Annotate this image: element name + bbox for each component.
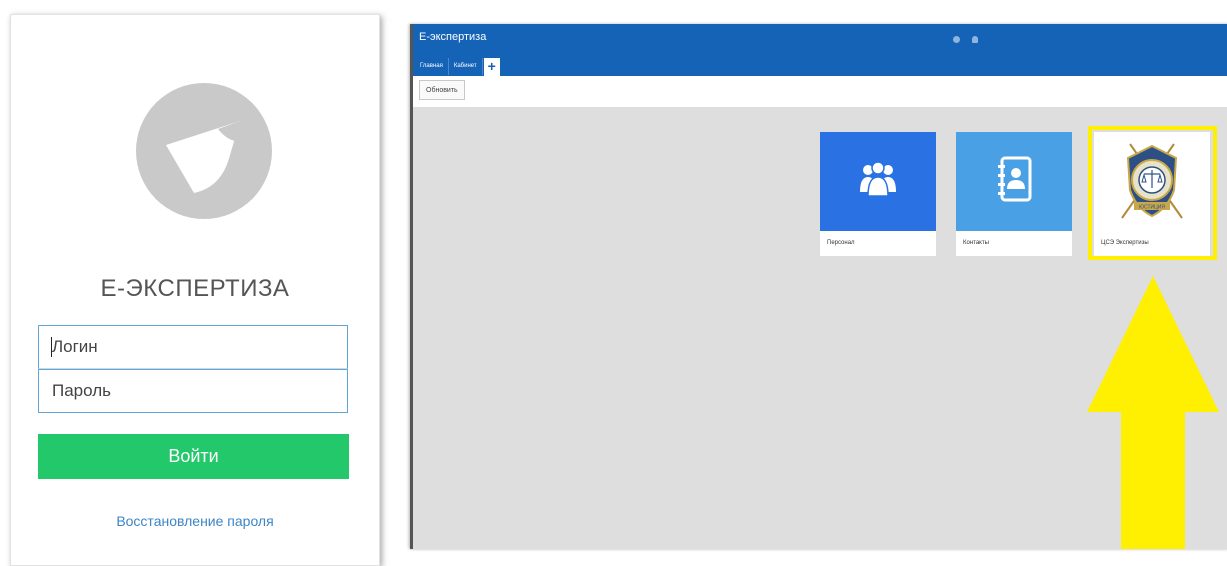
login-button[interactable]: Войти [38,434,349,479]
login-title: Е-ЭКСПЕРТИЗА [100,275,290,302]
refresh-button[interactable]: Обновить [419,80,465,100]
app-title: Е-экспертиза [419,31,487,43]
tile-staff-banner [820,132,936,231]
tab-bar: Главная Кабинет + [415,58,500,76]
tile-expertise-center[interactable]: ЮСТИЦИЯ ЦСЭ Экспертизы [1094,132,1210,256]
header-icons [953,36,978,43]
add-tab-button[interactable]: + [483,58,500,76]
text-caret [51,337,52,357]
tile-contacts-banner [956,132,1072,231]
settings-icon[interactable] [953,36,960,43]
bell-icon[interactable] [972,36,978,43]
password-recovery-link[interactable]: Восстановление пароля [11,513,379,529]
users-icon [860,161,896,197]
password-input[interactable] [38,369,348,413]
app-header: Е-экспертиза Главная Кабинет + [413,24,1227,76]
pointer-arrow-icon [1087,276,1219,549]
tab-home[interactable]: Главная [415,58,449,75]
tile-staff[interactable]: Персонал [820,132,936,256]
login-panel: Е-ЭКСПЕРТИЗА Войти Восстановление пароля [10,14,380,566]
toolbar: Обновить [413,76,1227,107]
emblem-ribbon-text: ЮСТИЦИЯ [1139,205,1165,211]
tile-staff-label: Персонал [827,240,855,246]
justice-emblem-icon: ЮСТИЦИЯ [1121,143,1183,219]
tile-expertise-label: ЦСЭ Экспертизы [1101,240,1149,246]
tile-expertise-banner: ЮСТИЦИЯ [1094,132,1210,231]
login-input[interactable] [38,325,348,369]
tile-contacts[interactable]: Контакты [956,132,1072,256]
tab-cabinet[interactable]: Кабинет [448,58,483,75]
tile-contacts-label: Контакты [963,240,989,246]
address-book-icon [998,156,1032,202]
app-logo-icon [136,83,272,219]
